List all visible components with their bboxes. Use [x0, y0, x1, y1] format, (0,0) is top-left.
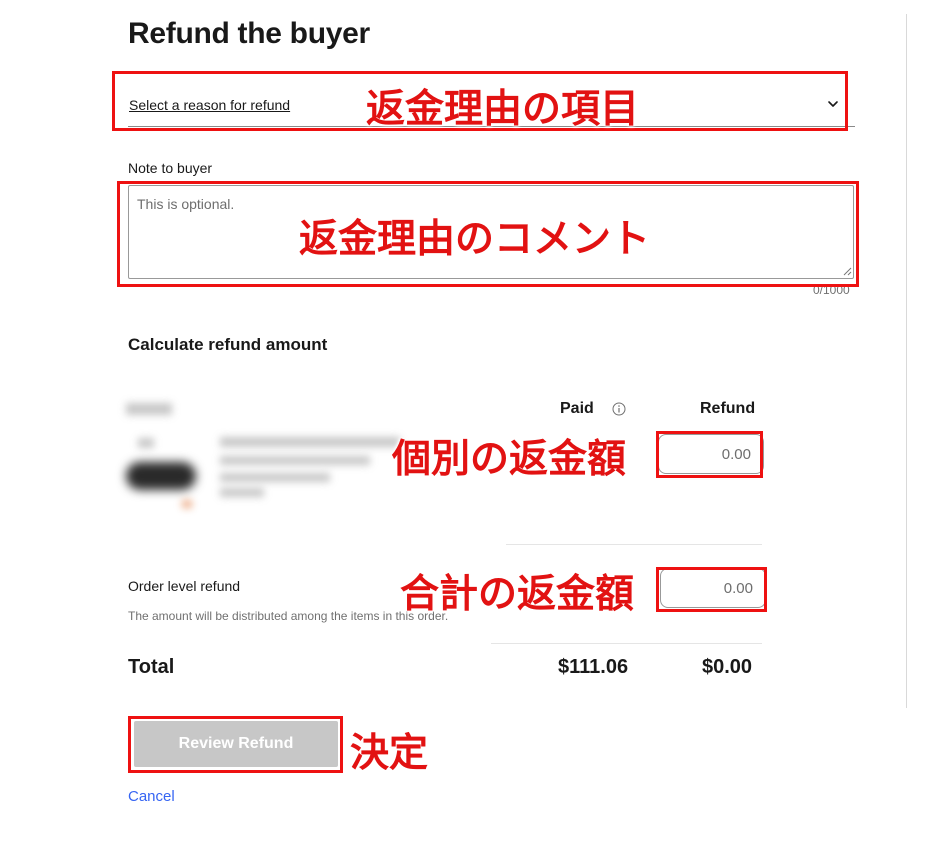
cancel-link[interactable]: Cancel: [128, 788, 175, 805]
paid-column-header: Paid: [560, 400, 594, 417]
note-to-buyer-label: Note to buyer: [128, 160, 213, 176]
total-divider: [491, 643, 762, 644]
total-label: Total: [128, 656, 175, 678]
total-refund-value: $0.00: [702, 656, 753, 678]
item-badge-redacted: [182, 500, 192, 508]
calculate-refund-title: Calculate refund amount: [128, 335, 328, 354]
annotation-item-refund: 個別の返金額: [392, 437, 627, 482]
section-divider: [506, 544, 762, 545]
annotation-box-total-refund: [656, 567, 767, 612]
item-detail-redacted: [220, 473, 330, 482]
order-level-refund-label: Order level refund: [128, 578, 241, 594]
total-paid-value: $111.06: [558, 656, 629, 678]
annotation-box-item-refund: [656, 431, 763, 478]
panel-divider: [906, 14, 907, 708]
item-detail-redacted: [220, 488, 264, 497]
refund-column-header: Refund: [700, 400, 756, 417]
info-icon[interactable]: [612, 402, 626, 416]
item-thumb-redacted: [138, 438, 154, 448]
annotation-box-decide: [128, 716, 343, 773]
annotation-reason: 返金理由の項目: [366, 87, 640, 132]
item-image: [126, 462, 196, 490]
item-title-redacted: [220, 437, 400, 447]
annotation-comment: 返金理由のコメント: [299, 217, 651, 262]
annotation-total-refund: 合計の返金額: [400, 572, 635, 617]
item-label-redacted: [126, 403, 172, 415]
annotation-decide: 決定: [350, 731, 429, 776]
page-title: Refund the buyer: [128, 17, 370, 50]
item-detail-redacted: [220, 456, 370, 465]
